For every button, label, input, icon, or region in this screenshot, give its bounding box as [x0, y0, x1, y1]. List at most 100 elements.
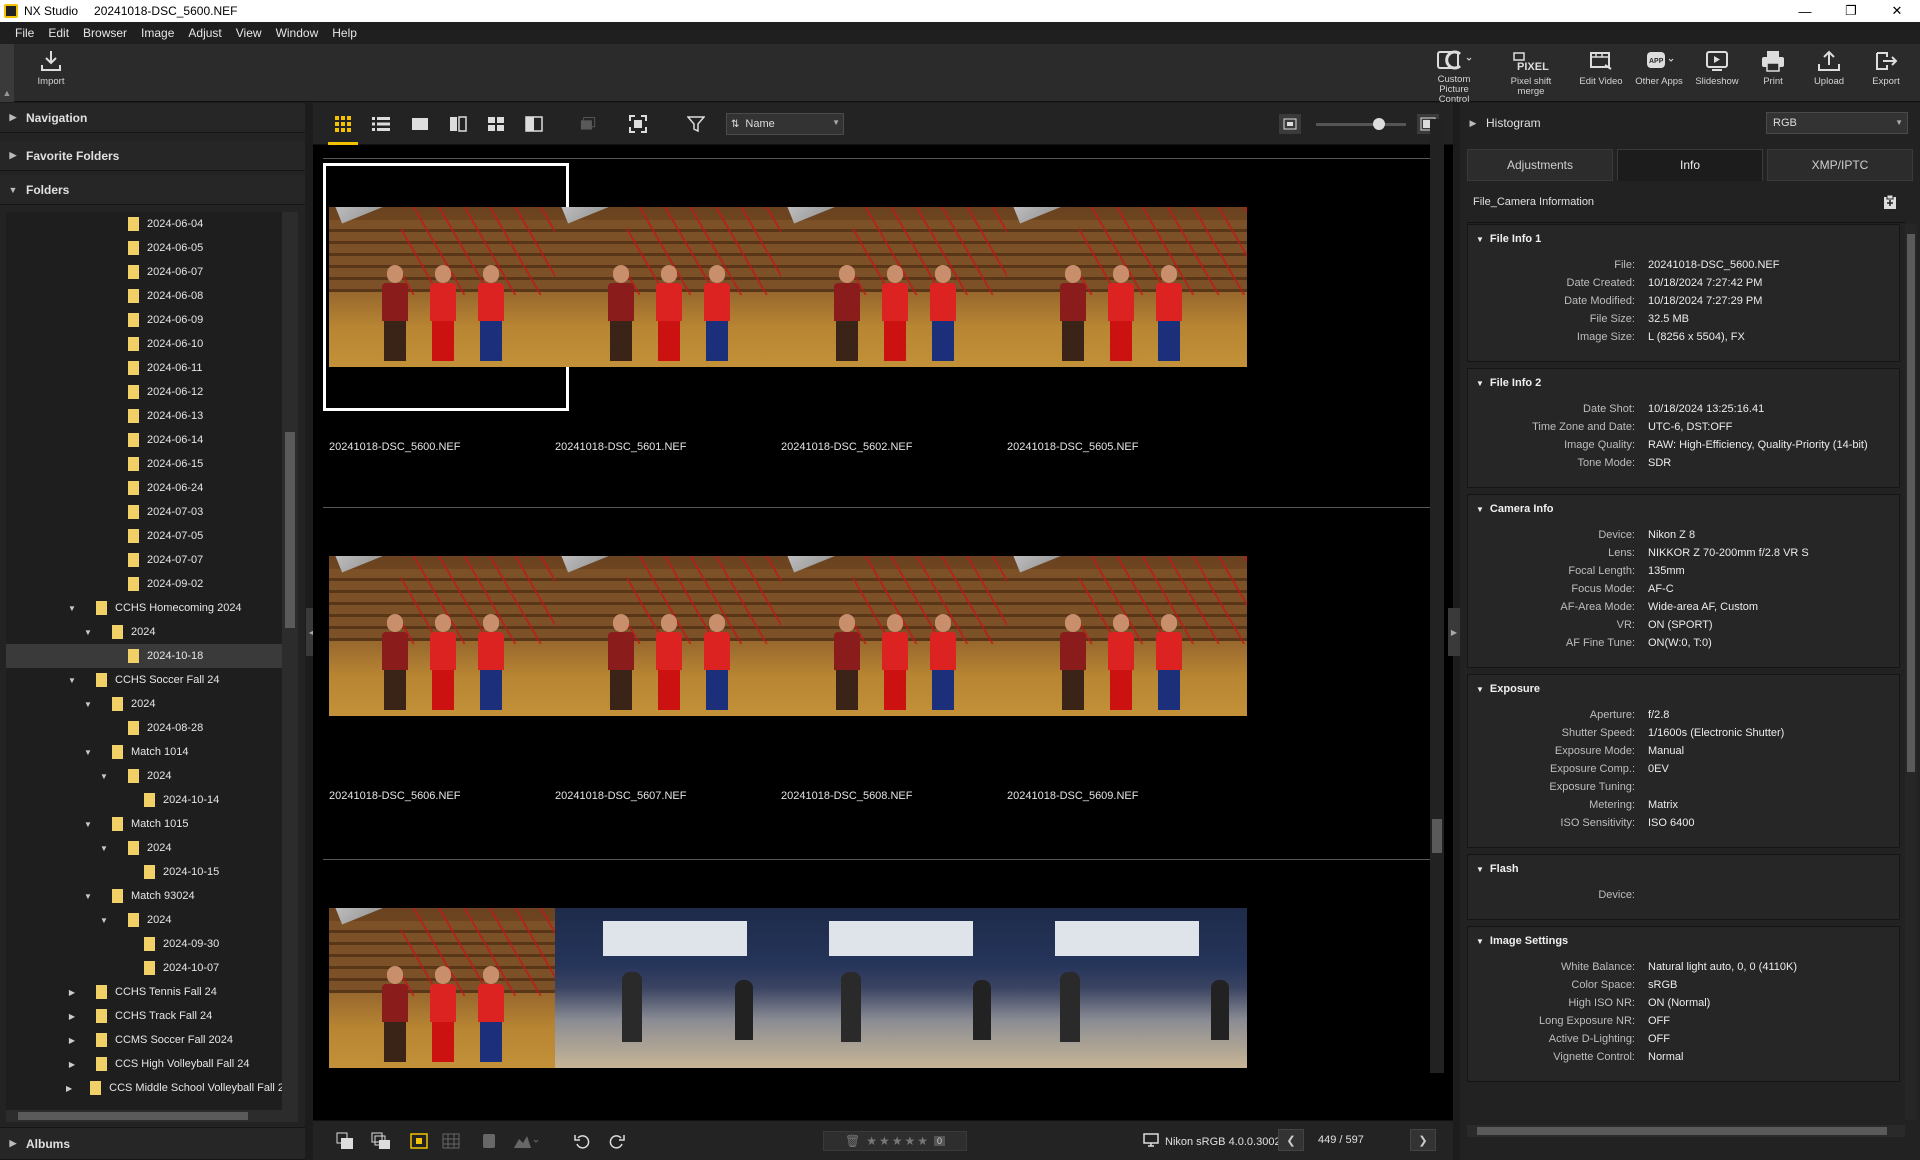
- star-rating[interactable]: 🗑 ★★★★★ 0: [823, 1131, 967, 1151]
- info-panel-scrollbar[interactable]: [1905, 224, 1917, 1120]
- folder-tree-item[interactable]: 2024-10-15: [6, 860, 282, 884]
- folder-tree-item[interactable]: ▼ 2024: [6, 620, 282, 644]
- folder-tree-item[interactable]: 2024-06-07: [6, 260, 282, 284]
- menu-browser[interactable]: Browser: [76, 26, 134, 40]
- folder-tree-item[interactable]: 2024-10-14: [6, 788, 282, 812]
- folder-tree-item[interactable]: 2024-06-09: [6, 308, 282, 332]
- menu-view[interactable]: View: [229, 26, 269, 40]
- thumbnail-image[interactable]: [329, 556, 569, 716]
- info-section-header[interactable]: ▼ Image Settings: [1476, 935, 1568, 947]
- export-button[interactable]: Export: [1857, 48, 1915, 100]
- info-section-header[interactable]: ▼ Camera Info: [1476, 503, 1554, 515]
- folder-tree-item[interactable]: ▶ CCS Middle School Volleyball Fall 2: [6, 1076, 282, 1100]
- right-panel-collapse-button[interactable]: ▶: [1448, 608, 1460, 656]
- menu-edit[interactable]: Edit: [41, 26, 76, 40]
- folder-tree-item[interactable]: ▼ CCHS Soccer Fall 24: [6, 668, 282, 692]
- thumbnail-image[interactable]: [781, 207, 1021, 367]
- folder-tree-item[interactable]: 2024-10-18: [6, 644, 282, 668]
- scrollbar-thumb[interactable]: [1432, 819, 1442, 853]
- folder-tree-item[interactable]: ▼ Match 1014: [6, 740, 282, 764]
- upload-button[interactable]: Upload: [1800, 48, 1858, 100]
- tab-info[interactable]: Info: [1617, 149, 1763, 181]
- fit-screen-button[interactable]: [627, 114, 649, 134]
- folder-tree-item[interactable]: 2024-06-13: [6, 404, 282, 428]
- thumbnail-image[interactable]: [555, 207, 795, 367]
- albums-section-header[interactable]: ▶ Albums: [0, 1127, 305, 1160]
- slideshow-button[interactable]: Slideshow: [1688, 48, 1746, 100]
- tree-expander-icon[interactable]: ▼: [82, 628, 94, 637]
- filter-button[interactable]: [685, 114, 707, 134]
- highlight-button[interactable]: [479, 1131, 499, 1151]
- tree-expander-icon[interactable]: ▼: [82, 748, 94, 757]
- folder-tree-item[interactable]: 2024-09-02: [6, 572, 282, 596]
- next-image-button[interactable]: ❯: [1410, 1129, 1436, 1151]
- folder-tree-item[interactable]: ▶ CCHS Tennis Fall 24: [6, 980, 282, 1004]
- folder-tree-item[interactable]: 2024-07-05: [6, 524, 282, 548]
- thumbnail-image[interactable]: [781, 556, 1021, 716]
- thumbnail-small-button[interactable]: [1279, 114, 1301, 134]
- folder-tree-item[interactable]: 2024-10-07: [6, 956, 282, 980]
- thumbnail-image[interactable]: [329, 908, 569, 1068]
- grid-view-button[interactable]: [332, 114, 354, 134]
- list-view-button[interactable]: [370, 114, 392, 134]
- maximize-button[interactable]: ❐: [1828, 0, 1874, 22]
- tree-expander-icon[interactable]: ▶: [66, 1012, 78, 1021]
- select-frame-button[interactable]: [409, 1131, 429, 1151]
- tree-expander-icon[interactable]: ▼: [82, 820, 94, 829]
- folder-tree-item[interactable]: 2024-07-07: [6, 548, 282, 572]
- scrollbar-thumb[interactable]: [285, 432, 295, 628]
- folder-tree-item[interactable]: ▼ CCHS Homecoming 2024: [6, 596, 282, 620]
- menu-adjust[interactable]: Adjust: [181, 26, 228, 40]
- hscrollbar-thumb[interactable]: [1477, 1127, 1887, 1135]
- thumbnail-size-slider[interactable]: [1316, 118, 1406, 130]
- folder-tree-item[interactable]: ▶ CCHS Track Fall 24: [6, 1004, 282, 1028]
- sort-select[interactable]: ⇅ Name ▼: [726, 113, 844, 135]
- folder-tree-item[interactable]: 2024-09-30: [6, 932, 282, 956]
- folder-tree-scrollbar[interactable]: [282, 212, 298, 1110]
- grid-overlay-button[interactable]: [441, 1131, 461, 1151]
- folder-tree-item[interactable]: ▶ CCMS Soccer Fall 2024: [6, 1028, 282, 1052]
- close-button[interactable]: ✕: [1874, 0, 1920, 22]
- folder-tree-item[interactable]: ▼ Match 1015: [6, 812, 282, 836]
- info-section-header[interactable]: ▼ Exposure: [1476, 683, 1540, 695]
- tree-expander-icon[interactable]: ▼: [66, 604, 78, 613]
- info-section-header[interactable]: ▼ File Info 1: [1476, 233, 1541, 245]
- histogram-channel-select[interactable]: RGB ▼: [1766, 112, 1908, 134]
- single-view-button[interactable]: [409, 114, 431, 134]
- folder-tree-item[interactable]: 2024-06-10: [6, 332, 282, 356]
- menu-file[interactable]: File: [0, 26, 41, 40]
- thumbnail-image[interactable]: [781, 908, 1021, 1068]
- compare-view-button[interactable]: [447, 114, 469, 134]
- folder-tree-item[interactable]: ▼ Match 93024: [6, 884, 282, 908]
- folder-tree-item[interactable]: 2024-06-14: [6, 428, 282, 452]
- thumbnail-cell[interactable]: [1001, 864, 1277, 1115]
- tree-expander-icon[interactable]: ▶: [66, 1060, 78, 1069]
- thumbnail-image[interactable]: [555, 908, 795, 1068]
- tree-expander-icon[interactable]: ▶: [66, 988, 78, 997]
- folders-section-header[interactable]: ▼ Folders: [0, 175, 305, 205]
- folder-tree-item[interactable]: 2024-06-04: [6, 212, 282, 236]
- print-button[interactable]: Print: [1744, 48, 1802, 100]
- rotate-left-button[interactable]: [572, 1131, 592, 1151]
- info-section-header[interactable]: ▼ File Info 2: [1476, 377, 1541, 389]
- tree-expander-icon[interactable]: ▼: [98, 916, 110, 925]
- stack-expand-button[interactable]: [371, 1131, 391, 1151]
- tree-expander-icon[interactable]: ▼: [82, 700, 94, 709]
- tab-xmp-iptc[interactable]: XMP/IPTC: [1767, 149, 1913, 181]
- folder-tree-item[interactable]: 2024-06-08: [6, 284, 282, 308]
- previous-image-button[interactable]: ❮: [1278, 1129, 1304, 1151]
- favorite-folders-section-header[interactable]: ▶ Favorite Folders: [0, 141, 305, 171]
- folder-tree-item[interactable]: 2024-06-05: [6, 236, 282, 260]
- menu-image[interactable]: Image: [134, 26, 181, 40]
- thumbnail-image[interactable]: [329, 207, 569, 367]
- tree-expander-icon[interactable]: ▼: [98, 772, 110, 781]
- minimize-button[interactable]: —: [1782, 0, 1828, 22]
- custom-picture-control-button[interactable]: Custom Picture Control: [1425, 48, 1483, 105]
- folder-tree-item[interactable]: 2024-08-28: [6, 716, 282, 740]
- histogram-toggle-button[interactable]: [511, 1131, 541, 1151]
- info-panel-hscrollbar[interactable]: [1467, 1125, 1905, 1137]
- thumbnail-cell[interactable]: 20241018-DSC_5605.NEF: [1001, 163, 1277, 453]
- thumbnail-cell[interactable]: 20241018-DSC_5609.NEF: [1001, 512, 1277, 802]
- trash-icon[interactable]: 🗑: [845, 1134, 862, 1148]
- other-apps-button[interactable]: APP Other Apps: [1630, 48, 1688, 100]
